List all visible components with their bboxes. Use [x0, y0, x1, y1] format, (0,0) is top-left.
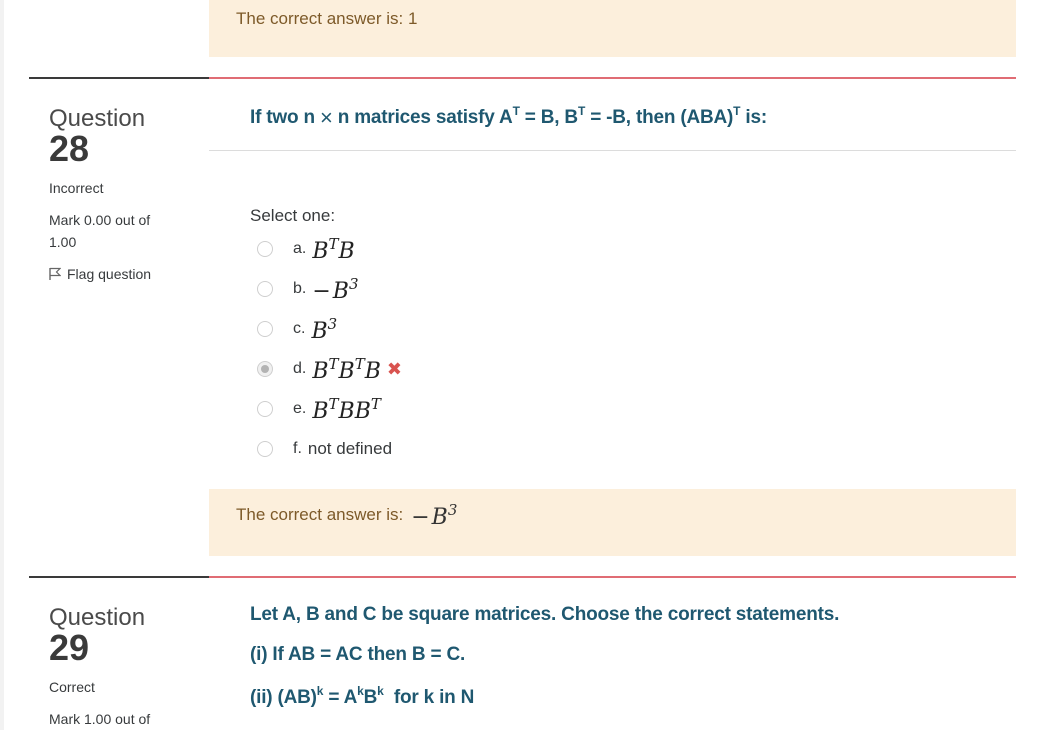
select-one-prompt: Select one:	[250, 206, 336, 225]
answer-math: −B3	[312, 274, 359, 304]
question-grade: Mark 1.00 out of	[49, 711, 151, 727]
answer-option-f[interactable]: f. not defined	[257, 434, 392, 464]
radio-button[interactable]	[257, 321, 273, 337]
question-text-part: is:	[740, 107, 767, 128]
answer-letter: e.	[293, 400, 307, 417]
radio-button[interactable]	[257, 441, 273, 457]
superscript: T	[512, 104, 520, 118]
radio-button[interactable]	[257, 241, 273, 257]
question-state: Incorrect	[49, 180, 104, 196]
question-28-info: Question 28 Incorrect Mark 0.00 out of 1…	[29, 77, 209, 517]
question-29-content: Let A, B and C be square matrices. Choos…	[209, 576, 1016, 730]
question-text-part: n matrices satisfy A	[337, 107, 513, 128]
question-text-box: If two n × n matrices satisfy AT = B, BT…	[209, 77, 1016, 130]
question-number: 28	[49, 128, 90, 169]
answer-letter: f.	[293, 440, 302, 457]
times-symbol: ×	[319, 105, 333, 130]
question-text-box: Let A, B and C be square matrices. Choos…	[209, 576, 1016, 708]
previous-question-feedback: The correct answer is: 1	[209, 0, 1016, 57]
divider	[209, 150, 1016, 151]
answer-math: BTB	[312, 234, 355, 264]
question-number: 29	[49, 627, 90, 668]
radio-button[interactable]	[257, 281, 273, 297]
correct-answer-feedback: The correct answer is: −B3	[209, 489, 1016, 556]
question-text: If two n × n matrices satisfy AT = B, BT…	[250, 104, 767, 131]
question-text-line-3: (ii) (AB)k = AkBk for k in N	[250, 684, 475, 708]
flag-question-link[interactable]: Flag question	[49, 266, 151, 282]
incorrect-x-icon: ✖	[386, 358, 402, 380]
question-text-line-1: Let A, B and C be square matrices. Choos…	[250, 604, 840, 625]
answer-math: BTBBT	[312, 394, 381, 424]
radio-button-selected[interactable]	[257, 361, 273, 377]
answer-letter: c.	[293, 320, 306, 337]
question-text-part: = B, B	[519, 107, 578, 128]
answer-option-a[interactable]: a. BTB	[257, 234, 355, 264]
answer-option-c[interactable]: c. B3	[257, 314, 337, 344]
answer-option-e[interactable]: e. BTBBT	[257, 394, 381, 424]
feedback-text: The correct answer is: 1	[236, 9, 418, 28]
question-state: Correct	[49, 679, 95, 695]
feedback-text: The correct answer is:	[236, 505, 404, 524]
left-edge	[0, 0, 4, 730]
question-text-part: = -B, then (ABA)	[585, 107, 734, 128]
answer-math: B3	[311, 314, 338, 344]
question-grade: Mark 0.00 out of 1.00	[49, 212, 151, 250]
question-29-info: Question 29 Correct Mark 1.00 out of	[29, 576, 209, 730]
question-text-line-2: (i) If AB = AC then B = C.	[250, 644, 466, 665]
answer-math: BTBTB	[312, 354, 381, 384]
question-text-part: If two n	[250, 107, 315, 128]
answer-letter: d.	[293, 360, 307, 377]
question-28-content: If two n × n matrices satisfy AT = B, B T…	[209, 77, 1016, 557]
feedback-math: −B3	[411, 501, 458, 530]
radio-button[interactable]	[257, 401, 273, 417]
answer-option-d[interactable]: d. BTBTB ✖	[257, 354, 402, 384]
answer-text: not defined	[307, 439, 393, 458]
answer-letter: a.	[293, 240, 307, 257]
answer-letter: b.	[293, 280, 307, 297]
flag-icon	[49, 267, 62, 280]
answer-option-b[interactable]: b. −B3	[257, 274, 359, 304]
flag-question-label: Flag question	[67, 266, 152, 282]
